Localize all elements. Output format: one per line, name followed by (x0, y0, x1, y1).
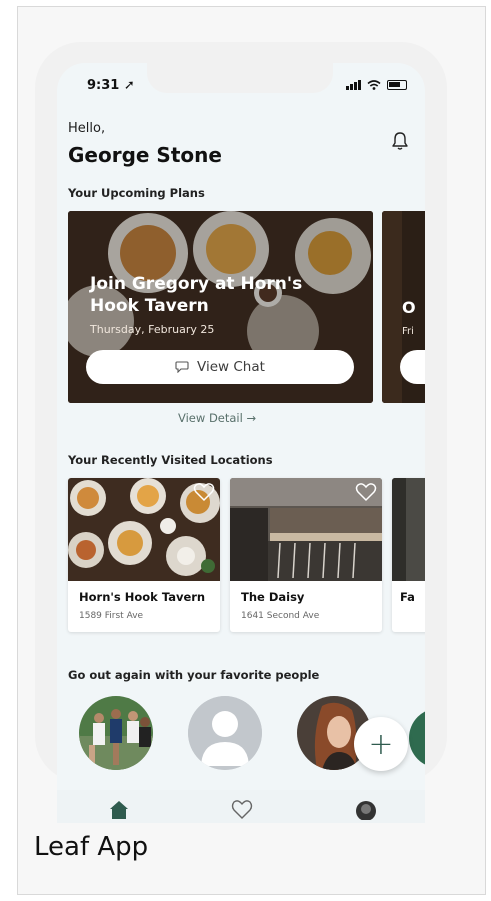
status-icons (346, 80, 407, 90)
phone-screen: 9:31 ➚ Hello, George Stone Your Upcoming… (57, 63, 425, 823)
location-image (392, 478, 425, 581)
friend-avatar-next[interactable] (409, 708, 425, 768)
favorite-people-title: Go out again with your favorite people (68, 668, 320, 682)
status-time: 9:31 ➚ (87, 78, 135, 93)
friend-avatar[interactable] (79, 696, 153, 770)
add-friend-button[interactable]: + (354, 717, 408, 771)
location-card[interactable]: Horn's Hook Tavern 1589 First Ave (68, 478, 220, 632)
plan-title: Join Gregory at Horn's Hook Tavern (90, 274, 303, 316)
plan-card[interactable]: Join Gregory at Horn's Hook Tavern Thurs… (68, 211, 373, 403)
phone-notch (147, 63, 333, 93)
location-card[interactable]: Fa (392, 478, 425, 632)
location-address: 1589 First Ave (79, 611, 144, 621)
upcoming-plans-title: Your Upcoming Plans (68, 186, 205, 200)
profile-avatar-icon[interactable] (354, 798, 378, 820)
heart-tab-icon[interactable] (230, 798, 254, 820)
signal-icon (346, 80, 361, 90)
home-icon[interactable] (107, 798, 131, 820)
bell-icon[interactable] (391, 131, 409, 151)
location-address: 1641 Second Ave (241, 611, 320, 621)
app-caption: Leaf App (34, 832, 149, 862)
view-detail-link[interactable]: View Detail → (178, 411, 256, 425)
location-name: Horn's Hook Tavern (79, 590, 206, 604)
tab-bar (57, 790, 425, 823)
location-card[interactable]: The Daisy 1641 Second Ave (230, 478, 382, 632)
heart-icon[interactable] (355, 482, 377, 502)
view-chat-button[interactable]: View Chat (86, 350, 354, 384)
location-name: The Daisy (241, 590, 305, 604)
greeting: Hello, (68, 121, 106, 136)
plan-card-next-date: Fri (402, 326, 414, 337)
default-avatar-icon (188, 696, 262, 770)
friend-avatar[interactable] (188, 696, 262, 770)
plan-date: Thursday, February 25 (90, 323, 215, 336)
heart-icon[interactable] (193, 482, 215, 502)
chat-bubble-icon (175, 361, 189, 373)
plan-card-next[interactable]: O Fri (382, 211, 425, 403)
wifi-icon (367, 80, 381, 90)
friend-photo (79, 696, 153, 770)
user-name: George Stone (68, 143, 222, 167)
view-chat-label: View Chat (197, 359, 265, 375)
recent-locations-title: Your Recently Visited Locations (68, 453, 273, 467)
battery-icon (387, 80, 407, 90)
plan-card-next-title: O (402, 298, 416, 317)
location-name: Fa (400, 590, 415, 604)
